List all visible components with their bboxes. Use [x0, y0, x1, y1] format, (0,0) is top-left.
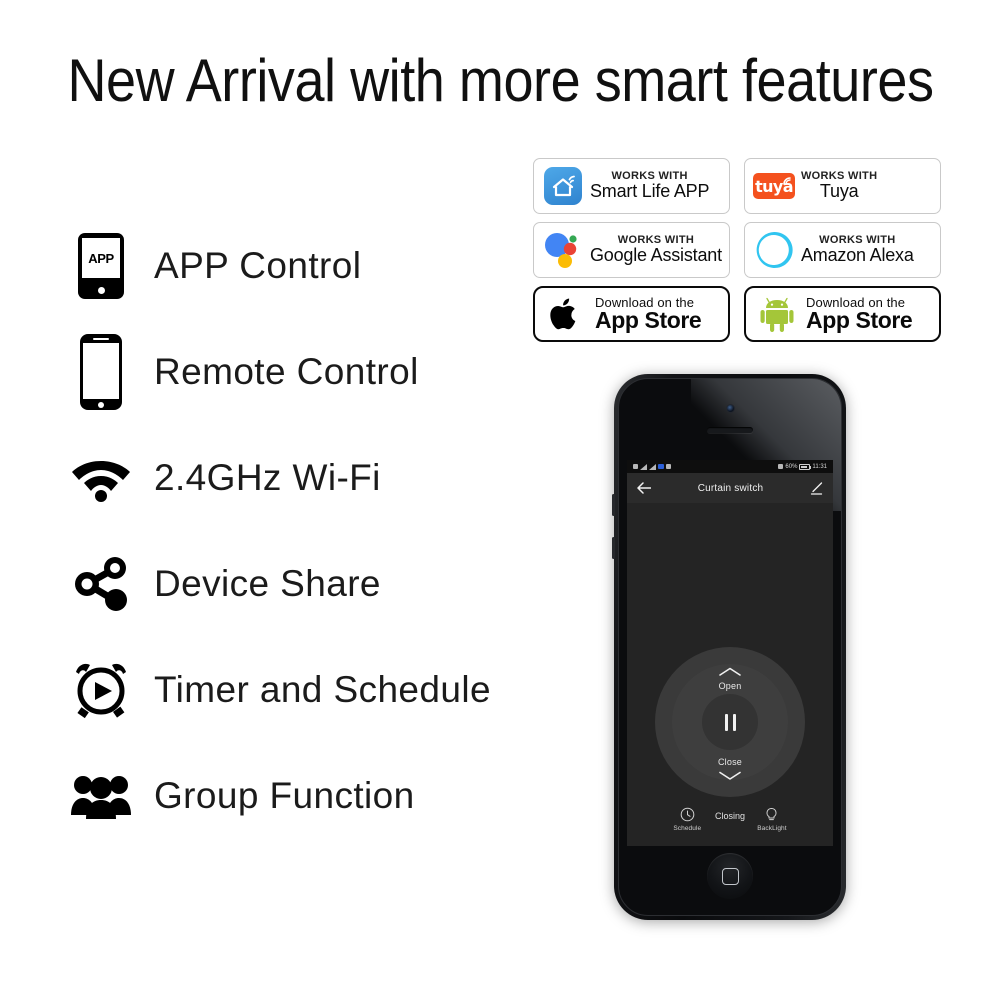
- back-arrow-icon[interactable]: [637, 482, 651, 494]
- tuya-logo-icon: tuya: [752, 173, 796, 199]
- feature-row-wifi: 2.4GHz Wi-Fi: [62, 425, 582, 531]
- badge-smart-life-app[interactable]: WORKS WITH Smart Life APP: [533, 158, 730, 214]
- alarm-clock-icon: [62, 660, 140, 720]
- app-notification-icon: [666, 464, 671, 469]
- close-label: Close: [717, 757, 742, 767]
- badge-title: Tuya: [819, 181, 859, 202]
- pause-button[interactable]: [702, 694, 758, 750]
- badge-amazon-alexa[interactable]: WORKS WITH Amazon Alexa: [744, 222, 941, 278]
- badge-tuya[interactable]: tuya WORKS WITH Tuya: [744, 158, 941, 214]
- badge-title: Smart Life APP: [590, 181, 710, 202]
- feature-row-device-share: Device Share: [62, 531, 582, 637]
- chevron-up-icon: [719, 667, 741, 676]
- tab-label: Schedule: [673, 825, 702, 832]
- earpiece-speaker: [707, 427, 753, 433]
- feature-label: Group Function: [154, 775, 415, 816]
- google-assistant-icon: [541, 230, 585, 270]
- apple-logo-icon: [544, 295, 588, 333]
- android-app-store-button[interactable]: Download on the App Store: [744, 286, 941, 342]
- badge-row-1: WORKS WITH Smart Life APP tuya WORKS WIT…: [533, 158, 941, 214]
- home-square-icon: [721, 867, 739, 885]
- feature-label: 2.4GHz Wi-Fi: [154, 457, 381, 498]
- smartphone-icon: [62, 334, 140, 410]
- feature-list: APP APP Control Remote Control 2.4GHz Wi…: [62, 213, 582, 849]
- bottom-tab-bar: Schedule BackLight: [627, 807, 833, 832]
- status-time: 11:31: [812, 463, 827, 470]
- home-button[interactable]: [707, 853, 753, 899]
- curtain-dial-control[interactable]: Open Close: [655, 647, 805, 797]
- chevron-down-icon: [719, 771, 741, 780]
- smartphone-mockup: 60% 11:31 Curtain switch Open Close Clos…: [612, 374, 846, 920]
- badge-google-assistant[interactable]: WORKS WITH Google Assistant: [533, 222, 730, 278]
- app-icon-text: APP: [88, 250, 114, 266]
- badge-row-3: Download on the App Store Download on th…: [533, 286, 941, 342]
- tab-backlight[interactable]: BackLight: [757, 807, 787, 832]
- feature-label: Remote Control: [154, 351, 419, 392]
- store-title: App Store: [595, 307, 702, 333]
- badge-title: Google Assistant: [590, 245, 722, 266]
- group-people-icon: [62, 771, 140, 821]
- signal-icon: [640, 463, 647, 470]
- page-title: New Arrival with more smart features: [67, 47, 934, 114]
- app-header-bar: Curtain switch: [627, 473, 833, 503]
- feature-row-app-control: APP APP Control: [62, 213, 582, 319]
- app-phone-icon: APP: [62, 233, 140, 299]
- app-screen: 60% 11:31 Curtain switch Open Close Clos…: [627, 460, 833, 846]
- store-title: App Store: [806, 307, 913, 333]
- alarm-status-icon: [778, 464, 784, 469]
- notification-icon: [658, 464, 664, 469]
- badge-row-2: WORKS WITH Google Assistant WORKS WITH A…: [533, 222, 941, 278]
- feature-row-group-function: Group Function: [62, 743, 582, 849]
- sim-icon: [633, 464, 638, 469]
- open-button[interactable]: Open: [655, 663, 805, 691]
- badge-title: Amazon Alexa: [801, 245, 914, 266]
- pause-icon: [724, 713, 728, 731]
- android-robot-icon: [755, 296, 799, 332]
- battery-icon: [799, 463, 812, 470]
- feature-row-remote-control: Remote Control: [62, 319, 582, 425]
- volume-down-button[interactable]: [612, 537, 615, 559]
- product-marketing-image: New Arrival with more smart features APP…: [0, 0, 1001, 1001]
- share-nodes-icon: [62, 556, 140, 612]
- clock-icon: [680, 807, 695, 822]
- open-label: Open: [718, 681, 742, 691]
- lightbulb-icon: [766, 807, 777, 821]
- feature-row-timer-schedule: Timer and Schedule: [62, 637, 582, 743]
- pause-icon-bar2: [732, 713, 736, 731]
- feature-label: Device Share: [154, 563, 381, 604]
- amazon-alexa-icon: [752, 231, 796, 269]
- close-button[interactable]: Close: [655, 757, 805, 785]
- smart-life-house-icon: [541, 167, 585, 205]
- battery-percent: 60%: [785, 463, 798, 470]
- volume-up-button[interactable]: [612, 494, 615, 516]
- curtain-control-body: Open Close Closing Schedule BackLight: [627, 503, 833, 846]
- tab-schedule[interactable]: Schedule: [673, 807, 701, 832]
- compatibility-badges: WORKS WITH Smart Life APP tuya WORKS WIT…: [533, 158, 941, 350]
- edit-pencil-icon[interactable]: [810, 481, 823, 495]
- android-status-bar: 60% 11:31: [627, 460, 833, 473]
- feature-label: Timer and Schedule: [154, 669, 491, 710]
- apple-app-store-button[interactable]: Download on the App Store: [533, 286, 730, 342]
- wifi-icon: [62, 453, 140, 503]
- front-camera-icon: [726, 404, 735, 413]
- feature-label: APP Control: [154, 245, 362, 286]
- signal-icon-2: [649, 463, 656, 470]
- tab-label: BackLight: [757, 825, 787, 832]
- app-title: Curtain switch: [697, 482, 764, 494]
